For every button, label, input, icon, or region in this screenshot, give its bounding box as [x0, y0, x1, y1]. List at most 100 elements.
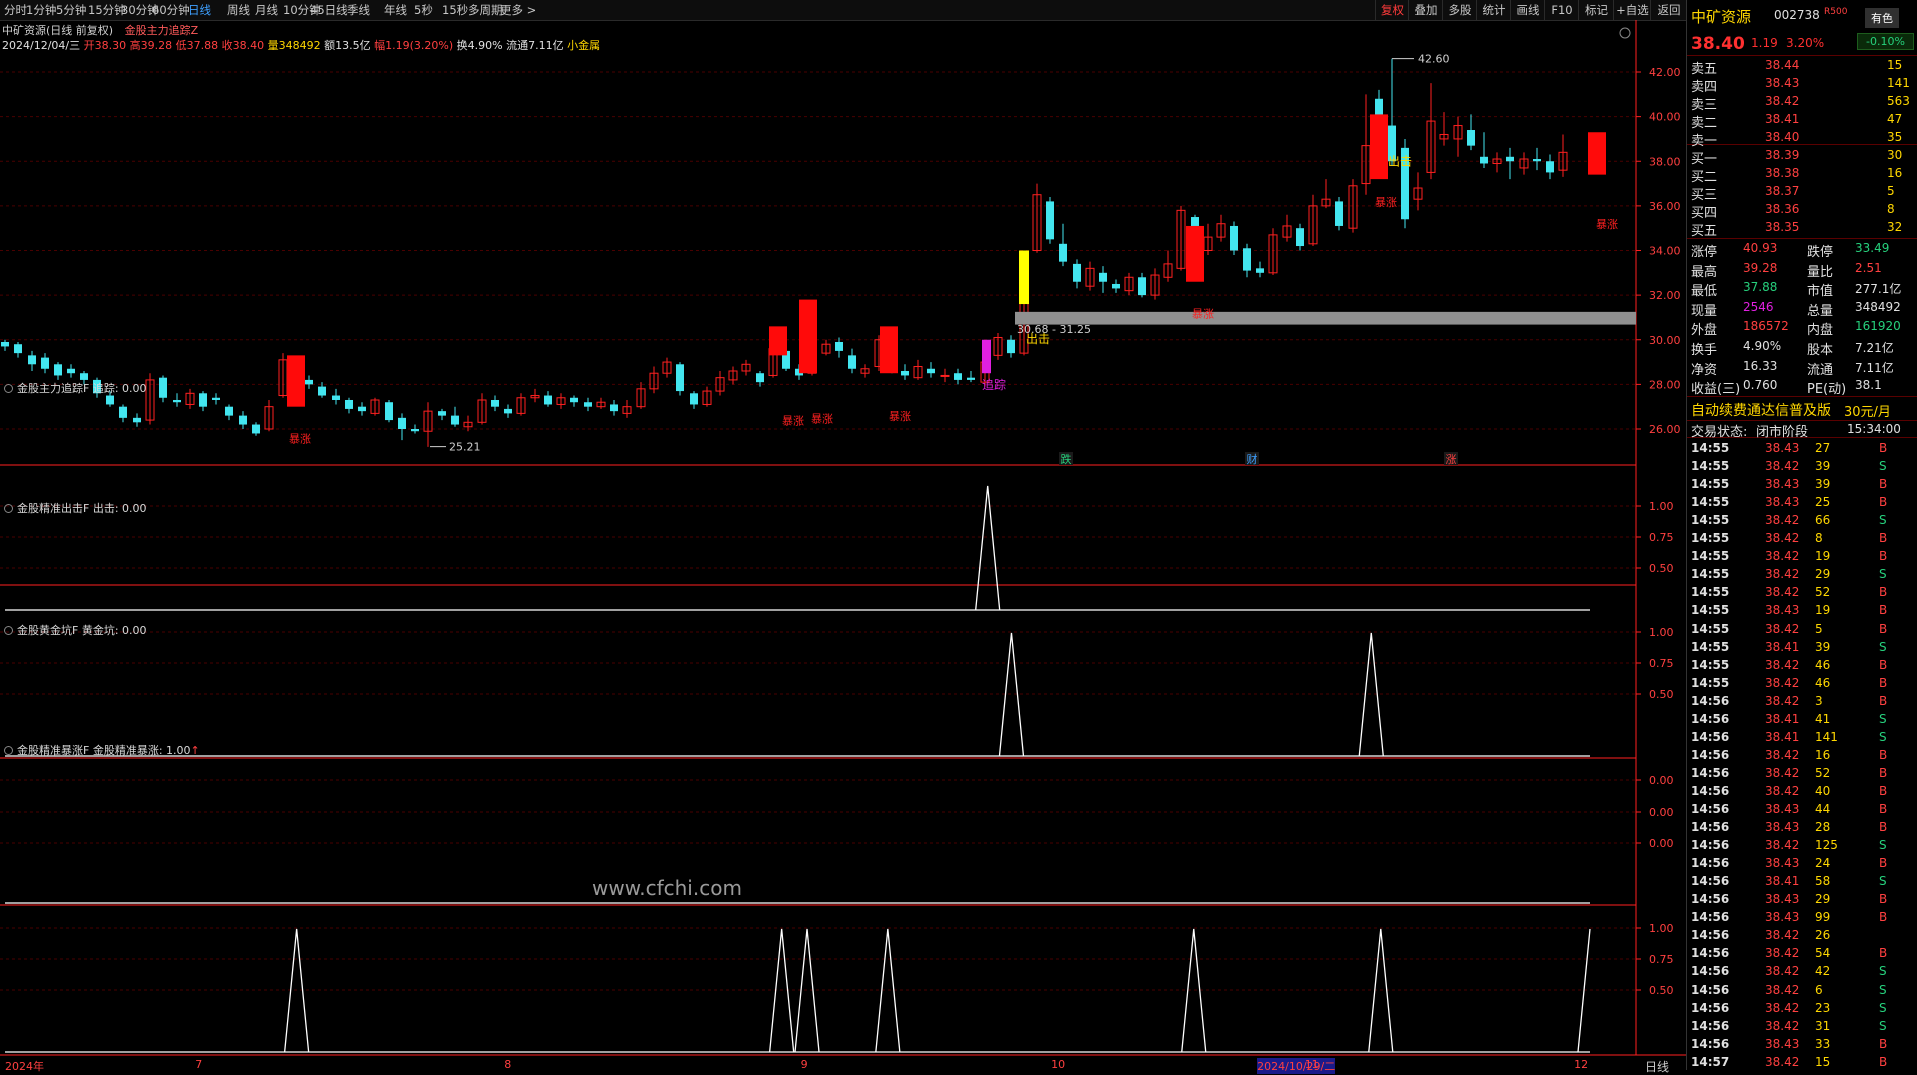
kline-chart[interactable]: 42.00 40.00 38.00 36.00 34.00 32.00 30.00 28.00… — [0, 0, 1686, 1070]
tick-side: B — [1879, 1054, 1888, 1069]
timeframe-15[interactable]: 多周期 — [468, 0, 503, 20]
tick-volume: 5 — [1815, 621, 1823, 636]
tick-time: 14:56 — [1691, 946, 1730, 961]
sector-change[interactable]: -0.10% — [1857, 33, 1914, 50]
stat-value: 4.90% — [1743, 339, 1782, 353]
sector-label[interactable]: 小金属 — [567, 39, 600, 52]
ask-volume: 47 — [1887, 112, 1903, 126]
tick-side: S — [1879, 874, 1887, 889]
y-tick-label: 0.75 — [1649, 953, 1674, 966]
tick-time: 14:55 — [1691, 675, 1730, 690]
x-tick-label: 2024/10/29/二 — [1257, 1058, 1336, 1074]
stat-value: 7.21亿 — [1855, 341, 1894, 355]
candle-down — [292, 368, 300, 380]
timeframe-0[interactable]: 分时 — [4, 0, 27, 20]
x-tick-label: 8 — [504, 1058, 512, 1071]
tick-price: 38.42 — [1765, 693, 1800, 708]
candle-up — [1163, 263, 1173, 278]
timeframe-6[interactable]: 日线 — [188, 0, 211, 20]
panel-1-title[interactable]: 金股主力追踪F 追踪: 0.00 — [4, 380, 147, 396]
toolbar-button-7[interactable]: +自选 — [1613, 0, 1651, 20]
timeframe-16[interactable]: 更多 > — [500, 0, 536, 20]
tick-volume: 16 — [1815, 747, 1831, 762]
y-tick-label: 28.00 — [1649, 378, 1681, 391]
candle-up — [1413, 187, 1423, 200]
candle-down — [1335, 201, 1343, 226]
toolbar-button-4[interactable]: 画线 — [1510, 0, 1545, 20]
candle-down — [584, 402, 592, 407]
y-tick-label: 40.00 — [1649, 111, 1681, 124]
panel-settings-icon[interactable] — [4, 746, 13, 755]
toolbar-button-6[interactable]: 标记 — [1578, 0, 1614, 20]
candle-down — [1296, 228, 1304, 247]
panel-settings-icon[interactable] — [4, 504, 13, 513]
candle-up — [1268, 234, 1278, 274]
tick-time: 14:56 — [1691, 982, 1730, 997]
toolbar-button-3[interactable]: 统计 — [1476, 0, 1511, 20]
y-tick-label: 32.00 — [1649, 289, 1681, 302]
stat-value: 277.1亿 — [1855, 282, 1902, 297]
panel-settings-icon[interactable] — [4, 384, 13, 393]
timeframe-13[interactable]: 5秒 — [414, 0, 433, 20]
x-tick-label: 9 — [800, 1058, 808, 1071]
panel-4-title[interactable]: 金股精准暴涨F 金股精准暴涨: 1.00↑ — [4, 742, 200, 758]
tick-time: 14:56 — [1691, 1018, 1730, 1033]
tick-side: B — [1879, 946, 1888, 961]
tick-price: 38.42 — [1765, 513, 1800, 528]
x-tick-label: 12 — [1574, 1058, 1589, 1071]
candle-up — [530, 395, 540, 399]
tick-time: 14:55 — [1691, 531, 1730, 546]
tick-side: B — [1879, 621, 1888, 636]
period-label[interactable]: 日线 — [1634, 1058, 1680, 1075]
candle-up — [370, 399, 380, 414]
stat-value: 348492 — [1855, 299, 1901, 314]
tick-price: 38.43 — [1765, 910, 1800, 925]
tick-volume: 24 — [1815, 856, 1831, 871]
x-tick-label: 2024年 — [5, 1060, 44, 1073]
sector-badge[interactable]: 有色 — [1865, 8, 1899, 28]
chuji-label: 出击 — [1026, 332, 1050, 346]
ask-price: 38.43 — [1765, 76, 1800, 90]
candle-down — [782, 350, 790, 369]
toolbar-button-5[interactable]: F10 — [1544, 0, 1579, 20]
tick-time: 14:55 — [1691, 513, 1730, 528]
candle-up — [1032, 194, 1042, 251]
promo-link[interactable]: 自动续费通达信普及版 — [1691, 400, 1831, 420]
timeframe-3[interactable]: 15分钟 — [88, 0, 126, 20]
indicator-name[interactable]: 金股主力追踪Z — [125, 24, 199, 37]
timeframe-5[interactable]: 60分钟 — [152, 0, 190, 20]
candle-up — [980, 361, 990, 383]
candle-down — [345, 399, 353, 409]
candle-down — [848, 355, 856, 369]
panel-2-title[interactable]: 金股精准出击F 出击: 0.00 — [4, 500, 147, 516]
timeframe-2[interactable]: 5分钟 — [56, 0, 86, 20]
timeframe-14[interactable]: 15秒 — [442, 0, 468, 20]
timeframe-12[interactable]: 年线 — [384, 0, 407, 20]
timeframe-8[interactable]: 月线 — [255, 0, 278, 20]
toolbar-button-0[interactable]: 复权 — [1375, 0, 1409, 20]
tick-time: 14:55 — [1691, 459, 1730, 474]
tick-side: B — [1879, 477, 1888, 492]
signal-box — [287, 355, 305, 407]
candle-up — [1150, 274, 1160, 296]
ask-label: 卖二 — [1691, 116, 1718, 131]
low-label: 25.21 — [449, 441, 481, 454]
timeframe-7[interactable]: 周线 — [227, 0, 250, 20]
high-label: 高 — [129, 39, 141, 52]
tick-price: 38.43 — [1765, 892, 1800, 907]
signal-box — [1370, 114, 1388, 180]
toolbar-button-8[interactable]: 返回 — [1650, 0, 1687, 20]
stat-key: 跌停 — [1807, 245, 1834, 260]
toolbar-button-1[interactable]: 叠加 — [1408, 0, 1443, 20]
timeframe-10[interactable]: 45日线 — [310, 0, 348, 20]
panel-settings-icon[interactable] — [4, 626, 13, 635]
candle-down — [318, 386, 326, 396]
candle-up — [596, 401, 606, 408]
baozhang-label: 暴涨 — [782, 415, 804, 428]
panel-3-title[interactable]: 金股黄金坑F 黄金坑: 0.00 — [4, 622, 147, 638]
timeframe-1[interactable]: 1分钟 — [26, 0, 56, 20]
toolbar-button-2[interactable]: 多股 — [1442, 0, 1477, 20]
y-tick-label: 0.50 — [1649, 984, 1674, 997]
timeframe-11[interactable]: 季线 — [347, 0, 370, 20]
candle-up — [874, 339, 884, 368]
